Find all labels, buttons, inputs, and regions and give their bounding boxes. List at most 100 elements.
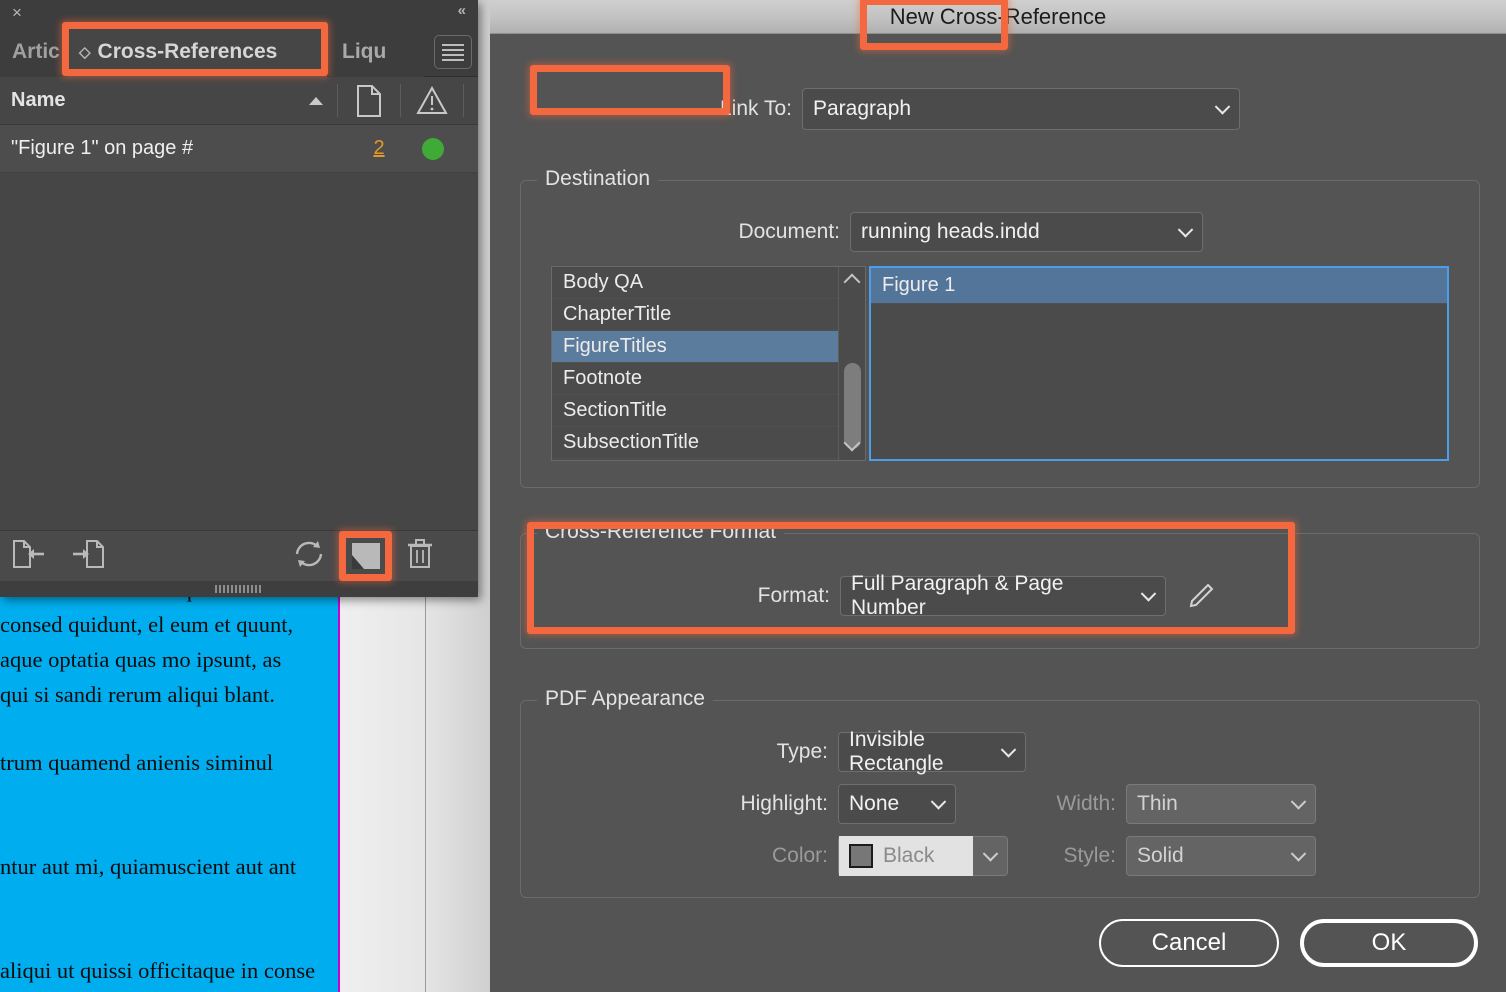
styles-scrollbar[interactable] <box>838 267 865 460</box>
scroll-up-icon[interactable] <box>843 273 861 291</box>
doc-text-line: qui si sandi rerum aliqui blant. <box>0 682 275 707</box>
pdf-style-label: Style: <box>1063 844 1116 867</box>
resize-grip-icon[interactable] <box>215 585 263 593</box>
pdf-color-value: Black <box>883 844 935 867</box>
pdf-width-label: Width: <box>1056 792 1116 815</box>
dialog-titlebar: New Cross-Reference <box>490 0 1506 34</box>
document-select[interactable]: running heads.indd <box>850 212 1203 252</box>
document-label: Document: <box>738 220 840 243</box>
link-to-value: Paragraph <box>813 97 912 120</box>
tab-cross-references-label: Cross-References <box>97 40 278 63</box>
pdf-type-value: Invisible Rectangle <box>849 728 944 775</box>
page-edge-guide <box>338 560 340 992</box>
collapse-panel-icon[interactable]: « <box>458 2 466 19</box>
pdf-highlight-select[interactable]: None <box>838 784 956 824</box>
list-item-subsection-title[interactable]: SubsectionTitle <box>552 427 865 459</box>
destination-legend: Destination <box>537 167 659 191</box>
ok-button-label: OK <box>1371 929 1407 956</box>
pdf-width-select: Thin <box>1126 784 1316 824</box>
list-item-body-qa[interactable]: Body QA <box>552 267 865 299</box>
pdf-style-value: Solid <box>1137 844 1184 867</box>
cross-reference-page-link[interactable]: 2 <box>356 137 402 160</box>
ok-button[interactable]: OK <box>1300 919 1478 967</box>
panel-menu-icon[interactable] <box>434 35 472 69</box>
tab-cross-references[interactable]: ◇ Cross-References <box>66 27 328 77</box>
pdf-type-select[interactable]: Invisible Rectangle <box>838 728 1026 775</box>
column-header-name[interactable]: Name <box>0 89 309 112</box>
doc-text-line: trum quamend anienis siminul <box>0 750 274 775</box>
doc-text-line: s.¹ <box>0 988 340 992</box>
cross-references-panel: × « Artic ◇ Cross-References Liqu Name "… <box>0 0 478 597</box>
dialog-title: New Cross-Reference <box>889 3 1107 29</box>
delete-cross-reference-icon[interactable] <box>406 538 434 575</box>
chevron-down-icon <box>1140 586 1157 602</box>
chevron-down-icon <box>982 846 999 862</box>
document-value: running heads.indd <box>861 220 1040 243</box>
list-item[interactable]: "Figure 1" on page # 2 <box>0 125 478 173</box>
diamond-icon: ◇ <box>79 44 91 61</box>
panel-resize-strip[interactable] <box>0 581 478 597</box>
cross-reference-name: "Figure 1" on page # <box>11 137 194 159</box>
page-gutter-guide <box>425 560 426 992</box>
update-cross-references-icon[interactable] <box>292 539 326 574</box>
panel-titlebar: × « <box>0 0 478 27</box>
pdf-type-label: Type: <box>776 740 828 763</box>
chevron-down-icon <box>1177 222 1194 238</box>
go-to-source-icon[interactable] <box>12 539 46 574</box>
tab-articles-label: Artic <box>12 40 60 63</box>
panel-footer-toolbar <box>0 530 478 581</box>
divider <box>463 84 464 117</box>
chevron-down-icon <box>1214 99 1231 115</box>
pdf-color-row: Color: Black Style: Solid <box>520 836 1480 876</box>
doc-text-line: aque optatia quas mo ipsunt, as <box>0 647 282 672</box>
pdf-color-select: Black <box>838 836 1008 876</box>
doc-text-line: aliqui ut quissi officitaque in conse <box>0 958 316 983</box>
pdf-highlight-label: Highlight: <box>740 792 828 815</box>
chevron-down-icon <box>1290 846 1307 862</box>
cross-reference-format-legend: Cross-Reference Format <box>537 520 785 544</box>
status-badge <box>402 137 464 160</box>
doc-text-line: ntur aut mi, quiamuscient aut ant <box>0 854 297 879</box>
pencil-icon[interactable] <box>1188 583 1214 609</box>
document-page: otae. Sedis ute nam quam autem consed qu… <box>0 560 340 992</box>
tab-liquid-layout[interactable]: Liqu <box>330 27 424 77</box>
format-label: Format: <box>757 584 830 607</box>
format-value: Full Paragraph & Page Number <box>851 572 1064 619</box>
color-swatch <box>849 844 873 868</box>
cross-references-list-body[interactable] <box>0 177 478 530</box>
chevron-down-icon <box>930 794 947 810</box>
list-item-section-title[interactable]: SectionTitle <box>552 395 865 427</box>
paragraphs-listbox[interactable]: Figure 1 <box>869 266 1449 461</box>
sort-ascending-icon[interactable] <box>309 96 323 105</box>
cancel-button[interactable]: Cancel <box>1099 919 1279 967</box>
pdf-type-row: Type: Invisible Rectangle <box>520 728 1480 775</box>
pdf-highlight-row: Highlight: None Width: Thin <box>520 784 1480 824</box>
go-to-destination-icon[interactable] <box>71 539 105 574</box>
list-item-footnote[interactable]: Footnote <box>552 363 865 395</box>
page-column-icon <box>338 84 400 117</box>
cross-references-list-header: Name <box>0 77 478 125</box>
doc-text-line: consed quidunt, el eum et quunt, <box>0 612 294 637</box>
close-icon[interactable]: × <box>7 3 27 23</box>
paragraph-styles-listbox[interactable]: Body QA ChapterTitle FigureTitles Footno… <box>551 266 866 461</box>
list-item-chapter-title[interactable]: ChapterTitle <box>552 299 865 331</box>
status-dot-icon <box>422 137 444 160</box>
list-item-figure-titles[interactable]: FigureTitles <box>552 331 865 363</box>
warning-column-icon <box>401 86 463 115</box>
new-cross-reference-dialog: New Cross-Reference Link To: Paragraph D… <box>490 0 1506 992</box>
tab-liquid-layout-label: Liqu <box>342 40 387 63</box>
pdf-highlight-value: None <box>849 792 900 815</box>
link-to-select[interactable]: Paragraph <box>802 88 1240 130</box>
chevron-down-icon <box>1290 794 1307 810</box>
screen: otae. Sedis ute nam quam autem consed qu… <box>0 0 1506 992</box>
format-row: Format: Full Paragraph & Page Number <box>520 572 1480 619</box>
pdf-width-value: Thin <box>1137 792 1178 815</box>
tab-articles[interactable]: Artic <box>0 27 66 77</box>
link-to-row: Link To: Paragraph <box>490 88 1506 130</box>
panel-tab-strip: Artic ◇ Cross-References Liqu <box>0 27 478 77</box>
format-select[interactable]: Full Paragraph & Page Number <box>840 572 1166 619</box>
document-row: Document: running heads.indd <box>520 212 1480 252</box>
list-item-figure-1[interactable]: Figure 1 <box>871 268 1447 304</box>
pdf-style-select: Solid <box>1126 836 1316 876</box>
new-cross-reference-icon[interactable] <box>348 539 384 573</box>
